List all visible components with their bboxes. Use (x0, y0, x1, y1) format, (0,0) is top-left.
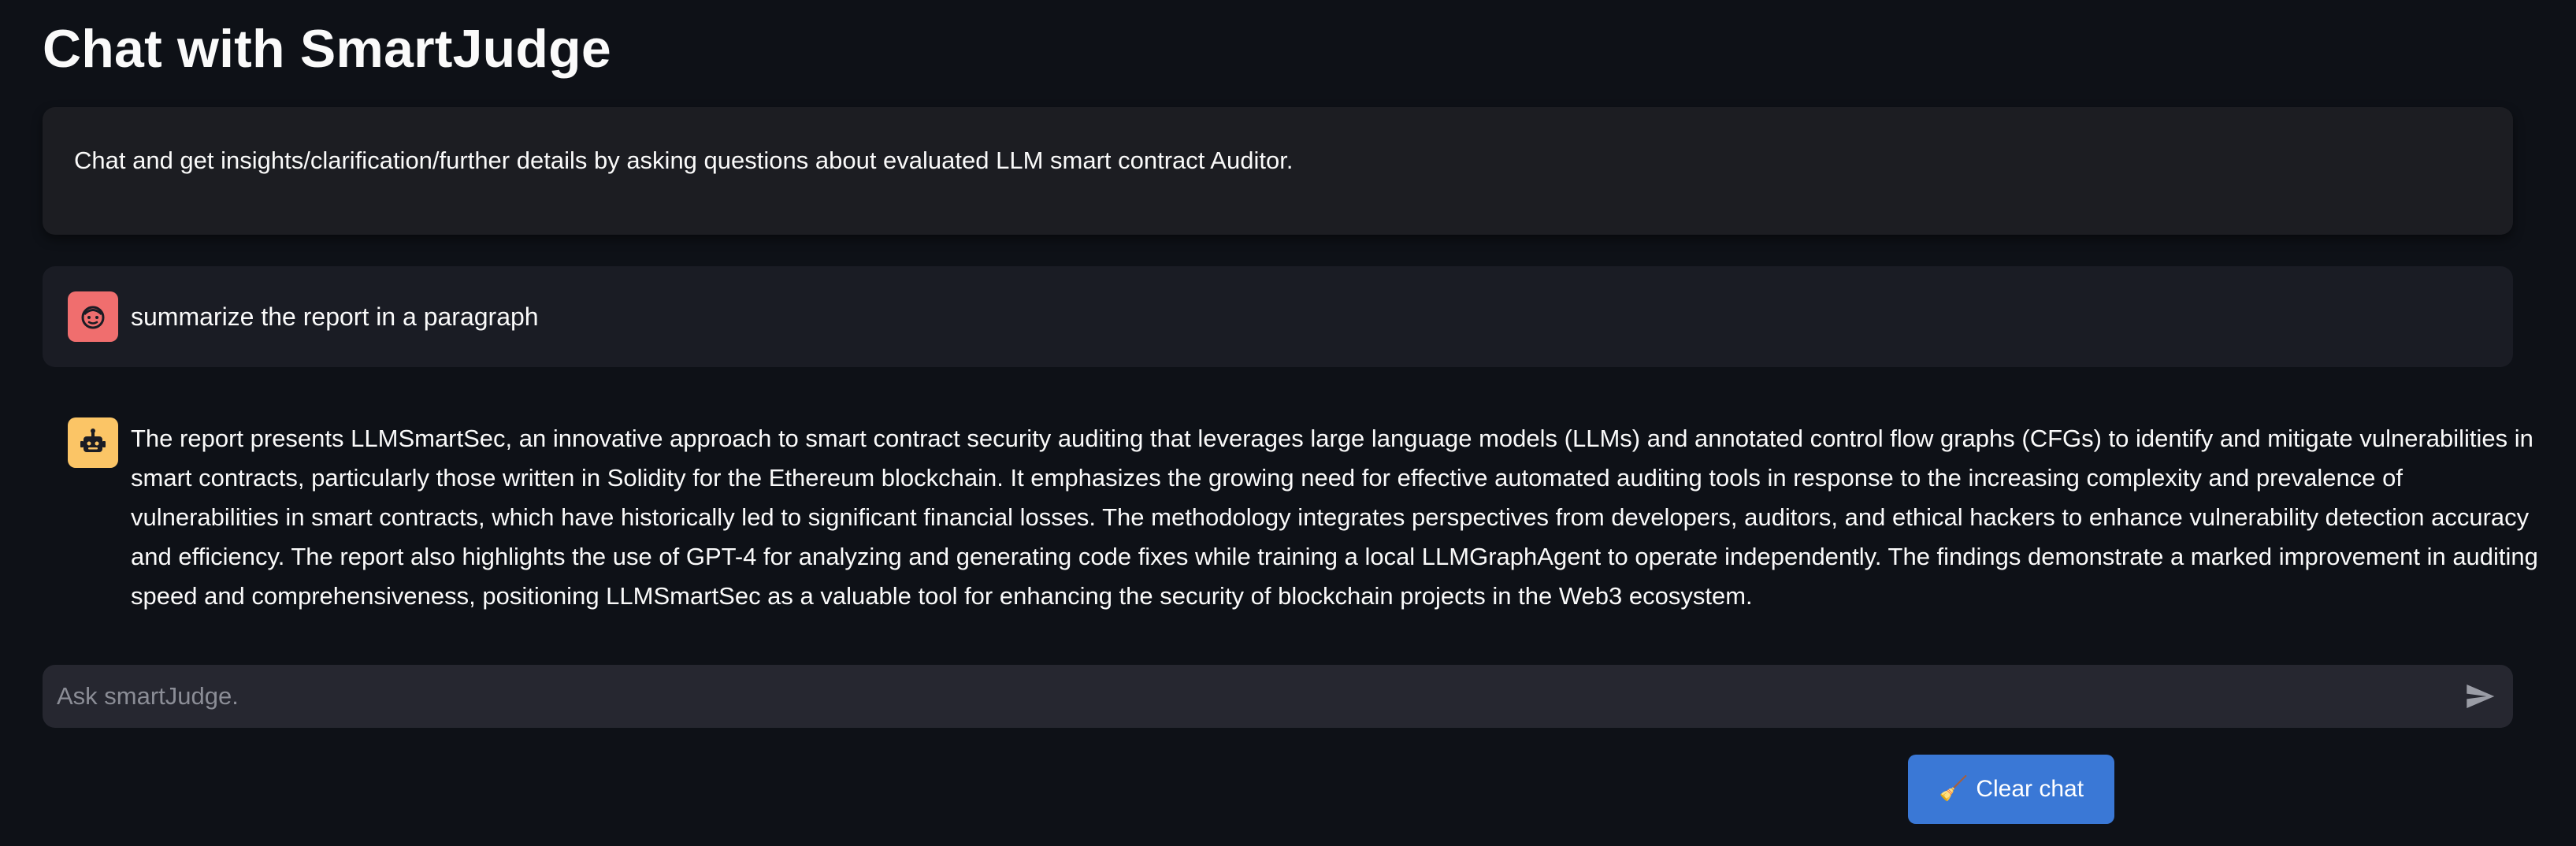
assistant-message-text: The report presents LLMSmartSec, an inno… (131, 425, 2538, 610)
send-icon[interactable] (2461, 677, 2499, 715)
clear-chat-button[interactable]: 🧹 Clear chat (1908, 755, 2114, 824)
robot-icon (68, 417, 118, 468)
chat-input-bar (43, 665, 2513, 728)
chat-message-assistant: The report presents LLMSmartSec, an inno… (43, 394, 2538, 630)
info-box: Chat and get insights/clarification/furt… (43, 107, 2513, 235)
chat-message-user: summarize the report in a paragraph (43, 266, 2513, 367)
broom-icon: 🧹 (1938, 776, 1969, 802)
clear-chat-label: Clear chat (1976, 776, 2084, 802)
page-title: Chat with SmartJudge (43, 19, 611, 79)
chat-input[interactable] (57, 665, 2420, 728)
user-message-text: summarize the report in a paragraph (131, 302, 539, 331)
info-text: Chat and get insights/clarification/furt… (74, 147, 1294, 174)
chat-page: Chat with SmartJudge Chat and get insigh… (0, 0, 2576, 846)
user-face-icon (68, 291, 118, 342)
